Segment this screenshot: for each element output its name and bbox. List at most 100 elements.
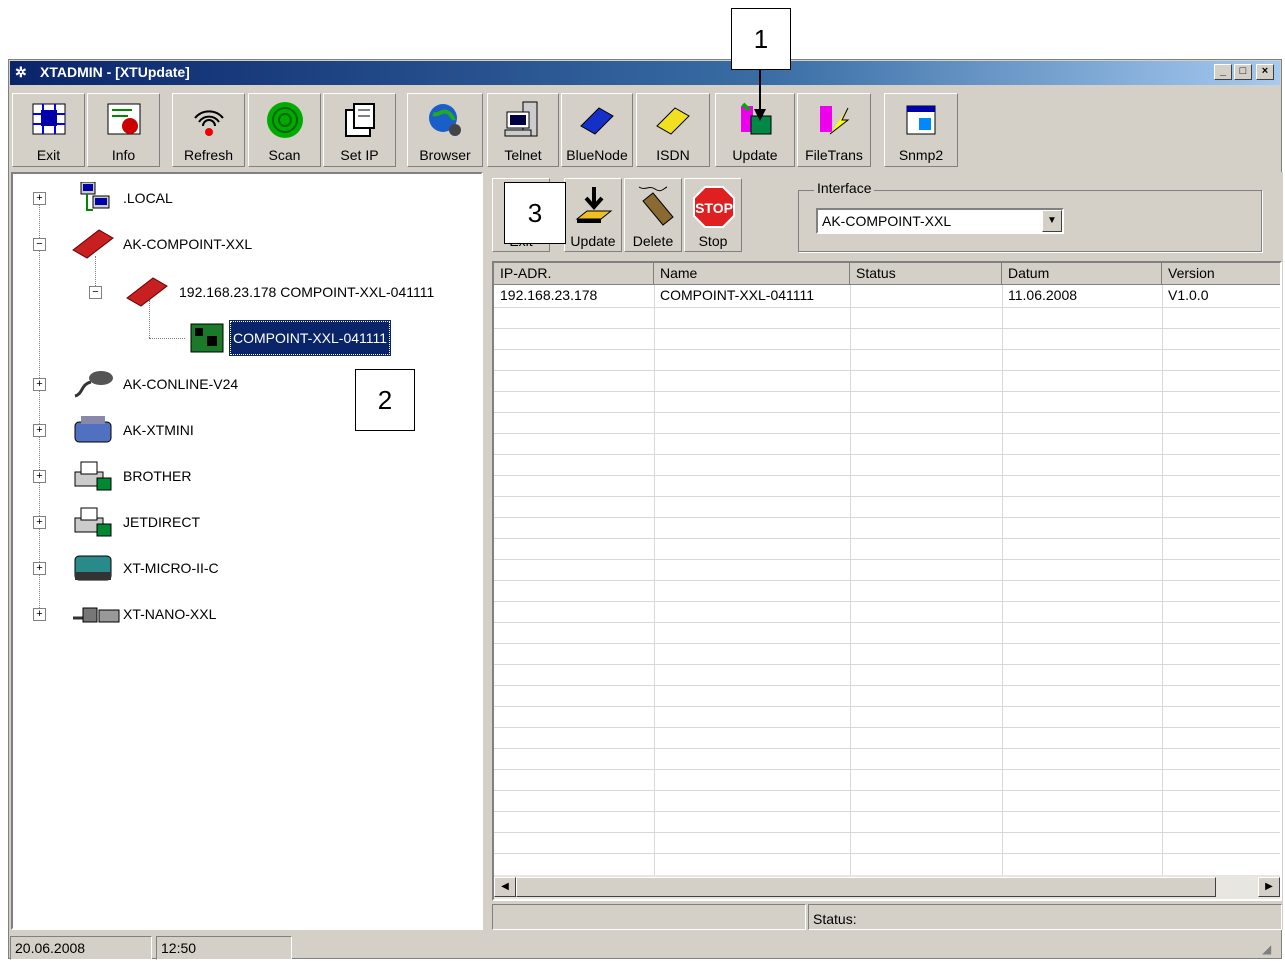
printer-icon — [74, 461, 112, 491]
tree-node-xt-nano-xxl[interactable]: + XT-NANO-XXL — [13, 598, 473, 630]
grid-line — [494, 328, 1280, 329]
printer-icon — [74, 507, 112, 537]
grid-line — [494, 832, 1280, 833]
column-header-name[interactable]: Name — [654, 263, 850, 285]
circuit-board-icon — [190, 323, 224, 353]
expand-icon[interactable]: + — [33, 562, 46, 575]
panel-update-button[interactable]: Update — [564, 178, 622, 252]
scroll-thumb[interactable] — [516, 877, 1216, 897]
grid-line — [494, 454, 1280, 455]
device-teal-icon — [74, 555, 112, 581]
grid-line — [494, 517, 1280, 518]
tree-node-xt-micro-ii-c[interactable]: + XT-MICRO-II-C — [13, 552, 473, 584]
bluenode-icon — [580, 107, 614, 135]
expand-icon[interactable]: + — [33, 516, 46, 529]
download-chip-icon — [575, 187, 613, 223]
grid-line — [494, 559, 1280, 560]
scroll-right-icon[interactable]: ▶ — [1258, 877, 1280, 897]
callout-arrow — [754, 69, 766, 121]
status-panel-right: Status: — [808, 904, 1282, 930]
bluenode-button[interactable]: BlueNode — [561, 93, 633, 167]
expand-icon[interactable]: + — [33, 424, 46, 437]
grid-line — [494, 643, 1280, 644]
expand-icon[interactable]: + — [33, 378, 46, 391]
tree-node-ak-compoint-xxl[interactable]: − AK-COMPOINT-XXL — [13, 228, 473, 260]
isdn-button[interactable]: ISDN — [636, 93, 710, 167]
device-table[interactable]: IP-ADR. Name Status Datum Version 192.16… — [492, 261, 1282, 901]
title-bar[interactable]: ✲ XTADMIN - [XTUpdate] _ □ × — [10, 61, 1280, 85]
maximize-button[interactable]: □ — [1234, 64, 1252, 80]
exit-button[interactable]: Exit — [12, 93, 85, 167]
tree-node-local[interactable]: + .LOCAL — [13, 182, 473, 214]
interface-select[interactable]: AK-COMPOINT-XXL ▼ — [816, 208, 1064, 234]
telnet-button[interactable]: Telnet — [487, 93, 559, 167]
column-header-datum[interactable]: Datum — [1002, 263, 1162, 285]
refresh-button[interactable]: Refresh — [172, 93, 245, 167]
filetrans-button[interactable]: FileTrans — [797, 93, 871, 167]
grid-line — [494, 412, 1280, 413]
browser-button[interactable]: Browser — [407, 93, 483, 167]
interface-label: Interface — [814, 180, 875, 196]
panel-delete-button[interactable]: Delete — [624, 178, 682, 252]
resize-grip-icon[interactable]: ◢ — [1262, 942, 1271, 956]
interface-value: AK-COMPOINT-XXL — [822, 213, 952, 229]
isdn-icon — [656, 107, 690, 135]
info-button[interactable]: Info — [87, 93, 160, 167]
snmp2-button[interactable]: Snmp2 — [884, 93, 958, 167]
stop-sign-icon: STOP — [693, 186, 735, 228]
tree-node-label: .LOCAL — [123, 190, 173, 206]
grid-line — [494, 685, 1280, 686]
column-header-version[interactable]: Version — [1162, 263, 1280, 285]
status-time: 12:50 — [156, 936, 292, 960]
exit-icon — [32, 103, 65, 135]
tree-node-compoint-selected[interactable]: COMPOINT-XXL-041111 — [13, 320, 473, 356]
column-header-status[interactable]: Status — [850, 263, 1002, 285]
expand-icon[interactable]: + — [33, 192, 46, 205]
callout-2: 2 — [355, 369, 415, 431]
tree-node-brother[interactable]: + BROTHER — [13, 460, 473, 492]
minimize-button[interactable]: _ — [1214, 64, 1232, 80]
scan-button[interactable]: Scan — [248, 93, 321, 167]
grid-line — [494, 433, 1280, 434]
device-red-icon — [72, 229, 114, 259]
grid-line — [494, 601, 1280, 602]
tree-node-jetdirect[interactable]: + JETDIRECT — [13, 506, 473, 538]
tree-node-label: XT-MICRO-II-C — [123, 560, 219, 576]
grid-line — [494, 790, 1280, 791]
tree-node-label: BROTHER — [123, 468, 192, 484]
tree-node-label: AK-COMPOINT-XXL — [123, 236, 253, 252]
scan-icon — [266, 102, 303, 138]
grid-line — [494, 769, 1280, 770]
snmp2-icon — [906, 105, 936, 135]
panel-stop-button[interactable]: STOP Stop — [684, 178, 742, 252]
callout-1: 1 — [731, 8, 791, 70]
cell-ip: 192.168.23.178 — [500, 287, 598, 303]
grid-line — [494, 727, 1280, 728]
grid-line — [494, 349, 1280, 350]
telnet-icon — [504, 101, 538, 137]
tree-node-ip[interactable]: − 192.168.23.178 COMPOINT-XXL-041111 — [13, 276, 473, 308]
horizontal-scrollbar[interactable]: ◀ ▶ — [494, 875, 1280, 899]
expand-icon[interactable]: + — [33, 470, 46, 483]
set-ip-button[interactable]: Set IP — [323, 93, 396, 167]
cell-name: COMPOINT-XXL-041111 — [660, 287, 815, 303]
chevron-down-icon[interactable]: ▼ — [1042, 210, 1062, 232]
scroll-left-icon[interactable]: ◀ — [494, 877, 516, 897]
grid-line — [494, 307, 1280, 308]
tree-node-label: AK-CONLINE-V24 — [123, 376, 239, 392]
grid-line — [494, 622, 1280, 623]
expand-icon[interactable]: + — [33, 608, 46, 621]
grid-line — [494, 475, 1280, 476]
browser-icon — [429, 104, 461, 136]
status-date: 20.06.2008 — [10, 936, 152, 960]
app-icon: ✲ — [15, 64, 27, 80]
collapse-icon[interactable]: − — [89, 286, 102, 299]
column-header-ip[interactable]: IP-ADR. — [494, 263, 654, 285]
device-tree[interactable]: + .LOCAL − AK-COMPOINT-XXL − 192.168.23.… — [11, 172, 483, 930]
grid-line — [494, 370, 1280, 371]
collapse-icon[interactable]: − — [33, 238, 46, 251]
set-ip-icon — [344, 103, 375, 137]
refresh-icon — [193, 110, 224, 136]
close-button[interactable]: × — [1256, 64, 1274, 80]
tree-node-label: JETDIRECT — [123, 514, 200, 530]
